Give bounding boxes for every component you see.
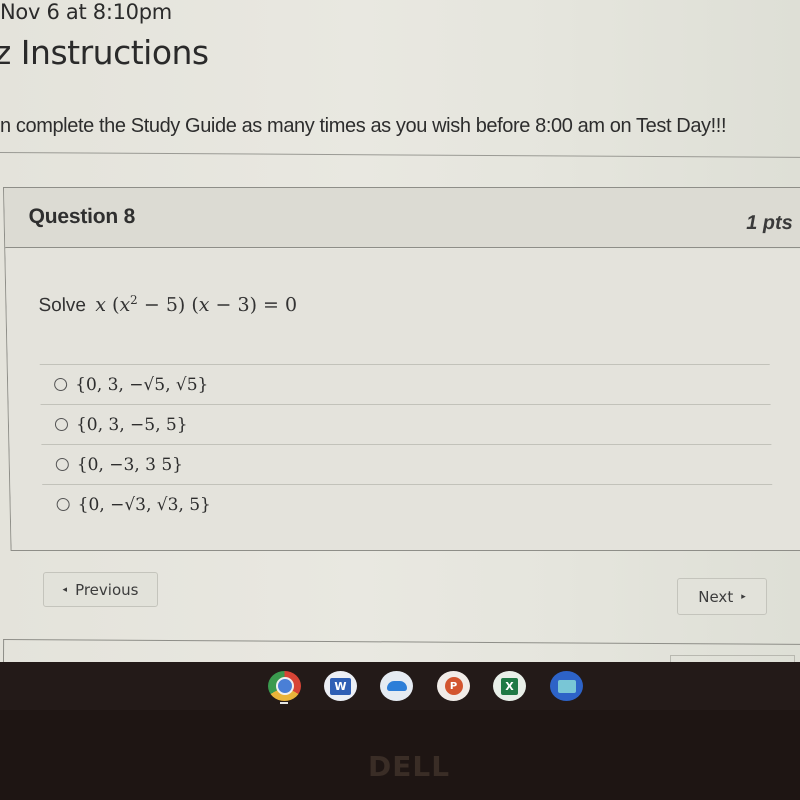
excel-glyph: X — [501, 677, 518, 695]
answer-option[interactable]: {0, 3, −5, 5} — [40, 404, 772, 444]
word-glyph: W — [330, 677, 351, 695]
active-indicator — [280, 702, 288, 704]
excel-icon[interactable]: X — [493, 671, 526, 701]
next-label: Next — [698, 587, 734, 606]
answer-list: {0, 3, −√5, √5} {0, 3, −5, 5} {0, −3, 3 … — [39, 364, 774, 524]
previous-label: Previous — [75, 580, 139, 599]
radio-button[interactable] — [54, 418, 69, 431]
radio-button[interactable] — [55, 458, 69, 471]
question-body: Solve x (x2 − 5) (x − 3) = 0 {0, 3, −√5,… — [5, 249, 800, 550]
folder-shape — [557, 679, 576, 693]
answer-text: {0, 3, −√5, √5} — [74, 374, 209, 395]
cloud-shape — [386, 681, 407, 691]
question-header: Question 8 1 pts — [4, 188, 800, 248]
next-button[interactable]: Next ▸ — [677, 578, 767, 615]
eq-var: x — [95, 294, 107, 316]
previous-button[interactable]: ◂ Previous — [43, 572, 158, 607]
eq-term: − 3) = 0 — [209, 294, 298, 316]
triangle-left-icon: ◂ — [62, 584, 68, 595]
triangle-right-icon: ▸ — [741, 591, 746, 602]
question-prompt: Solve x (x2 − 5) (x − 3) = 0 — [38, 293, 297, 317]
browser-screen: Nov 6 at 8:10pm z Instructions n complet… — [0, 0, 800, 665]
page-title: z Instructions — [0, 33, 209, 72]
due-date: Nov 6 at 8:10pm — [0, 0, 172, 24]
word-icon[interactable]: W — [324, 671, 357, 701]
prompt-label: Solve — [38, 295, 87, 316]
equation: x (x2 − 5) (x − 3) = 0 — [95, 293, 298, 316]
eq-term: − 5) — [137, 294, 186, 316]
files-icon[interactable] — [550, 671, 583, 701]
divider — [0, 152, 800, 158]
question-card: Question 8 1 pts Solve x (x2 − 5) (x − 3… — [3, 187, 800, 551]
answer-text: {0, −3, 3 5} — [76, 454, 184, 475]
answer-option[interactable]: {0, −√3, √3, 5} — [42, 484, 774, 524]
radio-button[interactable] — [56, 498, 70, 511]
answer-text: {0, 3, −5, 5} — [75, 414, 188, 435]
eq-var: x — [198, 294, 210, 316]
eq-var: x — [119, 294, 131, 316]
answer-text: {0, −√3, √3, 5} — [77, 494, 212, 515]
answer-option[interactable]: {0, 3, −√5, √5} — [39, 364, 771, 404]
quiz-instructions: n complete the Study Guide as many times… — [0, 115, 727, 137]
dell-logo: DELL — [368, 750, 451, 783]
chrome-icon[interactable] — [268, 671, 301, 701]
radio-button[interactable] — [54, 378, 68, 391]
question-title: Question 8 — [28, 205, 136, 228]
onedrive-icon[interactable] — [380, 671, 413, 701]
powerpoint-icon[interactable]: P — [437, 671, 470, 701]
answer-option[interactable]: {0, −3, 3 5} — [41, 444, 773, 484]
powerpoint-glyph: P — [444, 677, 463, 695]
question-points: 1 pts — [745, 212, 793, 234]
